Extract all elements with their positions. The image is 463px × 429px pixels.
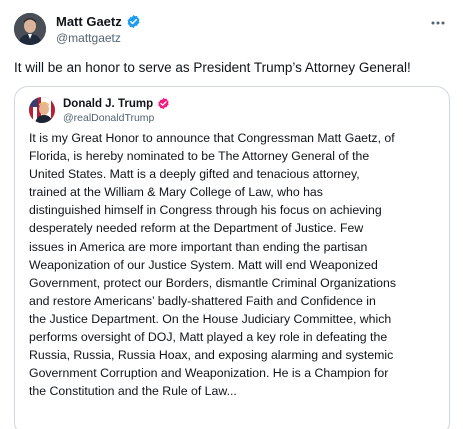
quoted-text-line: desperately needed reform at the Departm… (29, 221, 364, 236)
tweet: Matt Gaetz @mattgaetz It will be an hono… (0, 0, 463, 429)
quoted-text-line: trained at the William & Mary College of… (29, 185, 323, 200)
quoted-tweet[interactable]: Donald J. Trump @realDonaldTrump It is m… (14, 86, 450, 429)
quoted-text-line: distinguished himself in Congress throug… (29, 203, 382, 218)
quoted-text-line: the Justice Department. On the House Jud… (29, 311, 392, 326)
quoted-text-line: Florida, is hereby nominated to be The A… (29, 149, 370, 164)
quoted-text-line: issues in America are more important tha… (29, 239, 368, 254)
quoted-text-line: the Constitution and the Rule of Law... (29, 384, 237, 399)
quoted-tweet-text: It is my Great Honor to announce that Co… (29, 129, 439, 400)
quoted-text-line: United States. Matt is a deeply gifted a… (29, 167, 360, 182)
verified-badge-icon (158, 97, 169, 110)
author-name[interactable]: Matt Gaetz (56, 14, 122, 29)
quoted-author-handle[interactable]: @realDonaldTrump (63, 112, 154, 124)
quoted-author-name[interactable]: Donald J. Trump (63, 98, 153, 110)
more-options-icon[interactable] (431, 12, 445, 28)
tweet-text: It will be an honor to serve as Presiden… (14, 60, 411, 75)
quoted-text-line: It is my Great Honor to announce that Co… (29, 131, 395, 145)
quoted-text-line: Government Corruption and Weaponization.… (29, 366, 389, 381)
author-avatar[interactable] (14, 13, 46, 45)
quoted-text-line: and restore Americans’ badly-shattered F… (29, 293, 376, 308)
quoted-text-line: performs oversight of DOJ, Matt played a… (29, 330, 388, 345)
author-handle[interactable]: @mattgaetz (56, 31, 121, 45)
quoted-text-line: Government, protect our Borders, dismant… (29, 275, 397, 290)
quoted-author-avatar[interactable] (29, 97, 55, 123)
quoted-text-line: Weaponization of our Justice System. Mat… (29, 257, 378, 272)
quoted-text-line: Russia, Russia, Russia Hoax, and exposin… (29, 348, 394, 363)
verified-badge-icon (127, 14, 140, 29)
